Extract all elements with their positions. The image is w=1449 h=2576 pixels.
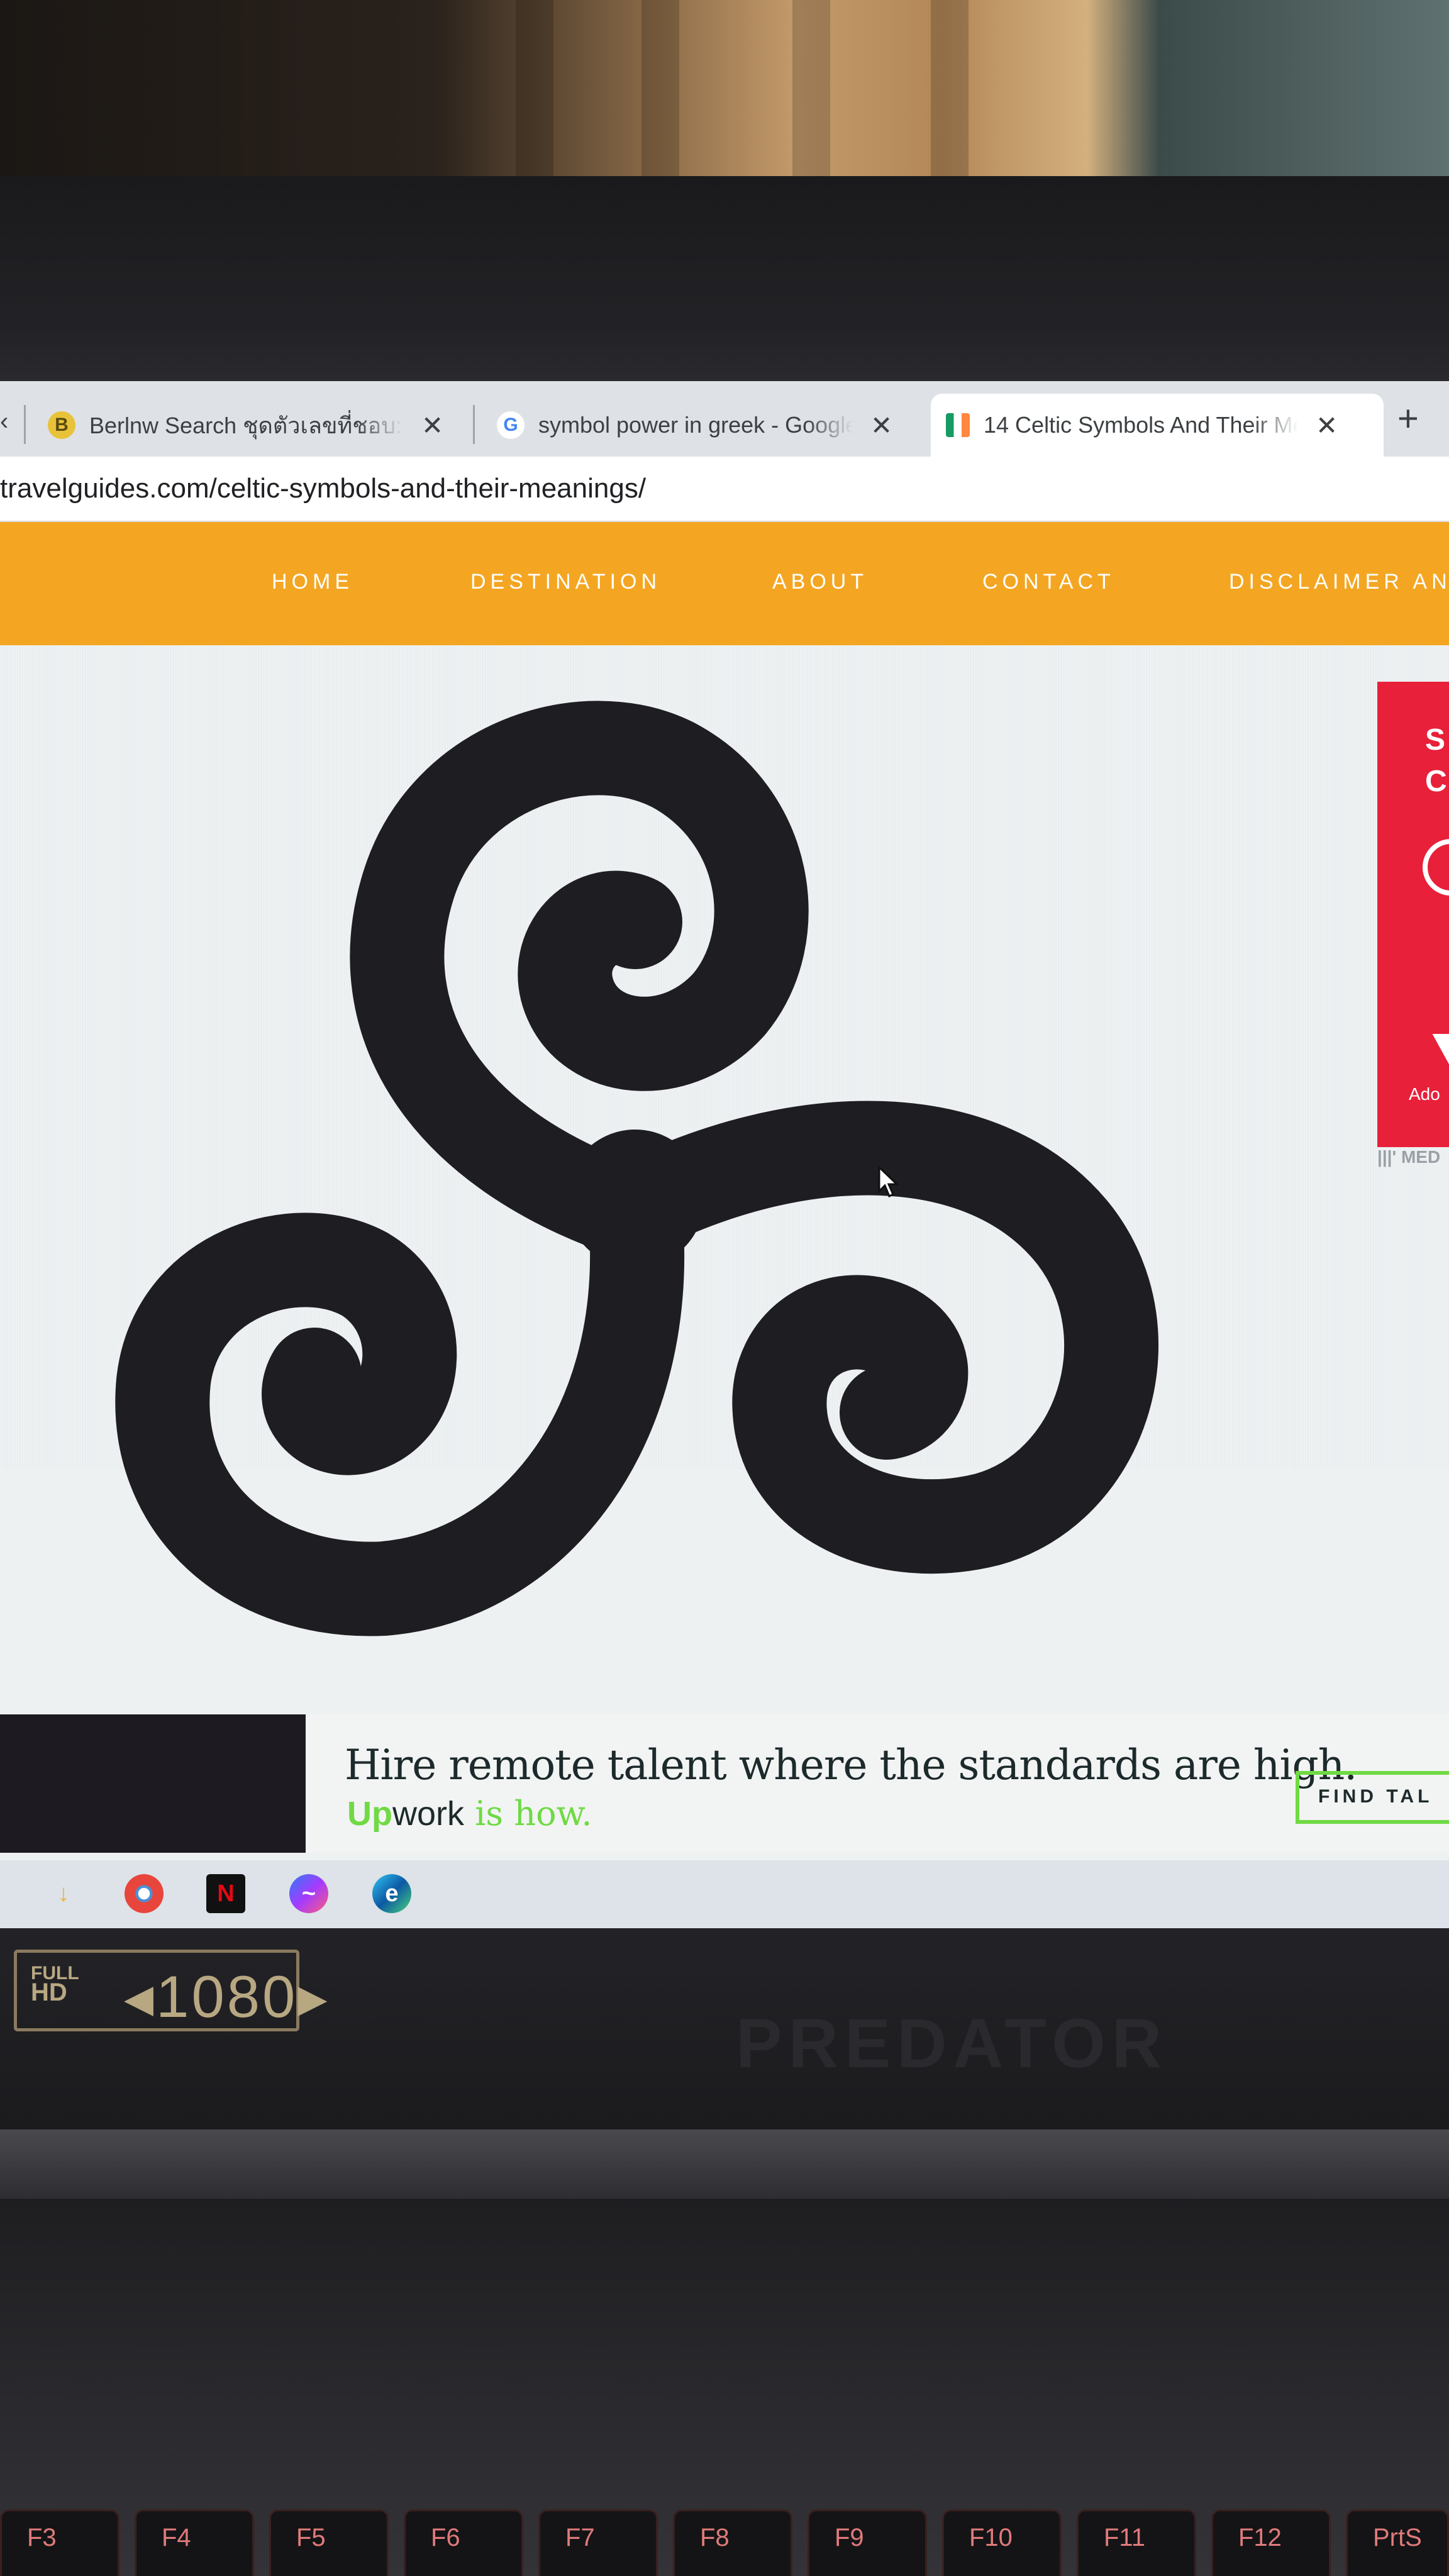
key-f3[interactable]: F3 xyxy=(0,2509,119,2576)
nav-about[interactable]: ABOUT xyxy=(772,570,868,594)
download-icon[interactable]: ↓ xyxy=(44,1874,83,1913)
key-f5[interactable]: F5 xyxy=(269,2509,389,2576)
upwork-logo-up: Up xyxy=(347,1795,392,1833)
nav-destination[interactable]: DESTINATION xyxy=(470,570,661,594)
ireland-flag-icon xyxy=(946,413,970,437)
key-label: F10 xyxy=(969,2524,1013,2551)
nav-disclaimer[interactable]: DISCLAIMER AND xyxy=(1229,570,1449,594)
site-navigation: HOME DESTINATION ABOUT CONTACT DISCLAIME… xyxy=(0,522,1449,645)
badge-full-text: FULL HD xyxy=(31,1964,79,2006)
tab-separator xyxy=(24,405,26,444)
adobe-logo-icon xyxy=(1432,1034,1449,1078)
nav-home[interactable]: HOME xyxy=(272,570,353,594)
key-f12[interactable]: F12 xyxy=(1211,2509,1331,2576)
netflix-icon[interactable]: N xyxy=(206,1874,245,1913)
key-label: F11 xyxy=(1104,2524,1145,2551)
key-f11[interactable]: F11 xyxy=(1077,2509,1196,2576)
key-label: F5 xyxy=(296,2524,326,2551)
key-prtsc[interactable]: PrtS xyxy=(1346,2509,1449,2576)
key-label: F6 xyxy=(431,2524,460,2551)
curtain-fold xyxy=(931,0,969,189)
badge-resolution: ◂1080▸ xyxy=(124,1963,330,2029)
banner-tagline: is how. xyxy=(464,1794,592,1833)
tab-scroll-left-icon[interactable]: ‹ xyxy=(0,408,8,436)
key-f9[interactable]: F9 xyxy=(808,2509,927,2576)
triskele-image xyxy=(115,701,1158,1636)
browser-tab-bar: ‹ B Berlnw Search ชุดตัวเลขที่ชอบ: 56 ✕ … xyxy=(0,381,1449,457)
close-tab-icon[interactable]: ✕ xyxy=(870,410,892,441)
laptop-hinge xyxy=(0,2129,1449,2199)
messenger-icon[interactable]: ~ xyxy=(289,1874,328,1913)
key-label: F3 xyxy=(27,2524,57,2551)
windows-taskbar: ↓ N ~ e xyxy=(0,1860,1449,1928)
key-label: F12 xyxy=(1238,2524,1282,2551)
side-advertisement[interactable]: Ado S C xyxy=(1377,682,1449,1147)
ad-ring-icon xyxy=(1423,839,1449,896)
upwork-logo: Upwork is how. xyxy=(347,1794,592,1833)
tab-title: 14 Celtic Symbols And Their Mea xyxy=(984,412,1298,438)
banner-dark-panel xyxy=(0,1714,306,1853)
tab-title: Berlnw Search ชุดตัวเลขที่ชอบ: 56 xyxy=(89,412,404,438)
upwork-logo-work: work xyxy=(392,1795,464,1833)
key-label: F4 xyxy=(162,2524,191,2551)
key-label: F9 xyxy=(835,2524,864,2551)
article-content xyxy=(0,645,1449,1636)
ad-brand-text: Ado xyxy=(1409,1084,1440,1104)
key-f4[interactable]: F4 xyxy=(135,2509,254,2576)
nav-contact[interactable]: CONTACT xyxy=(982,570,1115,594)
tab-google-search[interactable]: G symbol power in greek - Google ✕ xyxy=(482,394,922,457)
url-text[interactable]: travelguides.com/celtic-symbols-and-thei… xyxy=(0,473,646,504)
key-label: PrtS xyxy=(1373,2524,1422,2551)
tab-separator xyxy=(473,405,475,444)
tab-celtic-symbols[interactable]: 14 Celtic Symbols And Their Mea ✕ xyxy=(931,394,1384,457)
mouse-cursor-icon xyxy=(878,1166,899,1198)
key-f6[interactable]: F6 xyxy=(404,2509,523,2576)
tab-berlnw-search[interactable]: B Berlnw Search ชุดตัวเลขที่ชอบ: 56 ✕ xyxy=(33,394,473,457)
ad-footer-text: |||' MED xyxy=(1377,1147,1441,1167)
address-bar[interactable]: travelguides.com/celtic-symbols-and-thei… xyxy=(0,457,1449,522)
key-label: F8 xyxy=(700,2524,730,2551)
key-f10[interactable]: F10 xyxy=(942,2509,1062,2576)
background-room xyxy=(0,0,1449,189)
full-hd-badge: FULL HD ◂1080▸ xyxy=(14,1950,327,2031)
key-f7[interactable]: F7 xyxy=(538,2509,658,2576)
key-f8[interactable]: F8 xyxy=(673,2509,792,2576)
edge-icon[interactable]: e xyxy=(372,1874,411,1913)
tab-title: symbol power in greek - Google xyxy=(538,412,853,438)
curtain-fold xyxy=(641,0,679,189)
laptop-screen: ‹ B Berlnw Search ชุดตัวเลขที่ชอบ: 56 ✕ … xyxy=(0,381,1449,1928)
close-tab-icon[interactable]: ✕ xyxy=(1316,410,1338,441)
berlnw-icon: B xyxy=(48,411,75,439)
banner-headline: Hire remote talent where the standards a… xyxy=(345,1741,1357,1789)
chrome-icon[interactable] xyxy=(125,1874,164,1913)
find-talent-button[interactable]: FIND TAL xyxy=(1296,1771,1449,1824)
laptop-top-bezel xyxy=(0,176,1449,428)
curtain-fold xyxy=(792,0,830,189)
upwork-banner-ad[interactable]: Hire remote talent where the standards a… xyxy=(0,1714,1449,1853)
badge-hd-label: HD xyxy=(31,1979,67,2006)
google-icon: G xyxy=(497,411,525,439)
laptop-brand-logo: PREDATOR xyxy=(736,2005,1169,2082)
curtain-fold xyxy=(516,0,553,189)
ad-headline-text: S C xyxy=(1425,723,1447,798)
close-tab-icon[interactable]: ✕ xyxy=(421,410,443,441)
key-label: F7 xyxy=(565,2524,595,2551)
new-tab-button[interactable]: + xyxy=(1397,397,1419,440)
